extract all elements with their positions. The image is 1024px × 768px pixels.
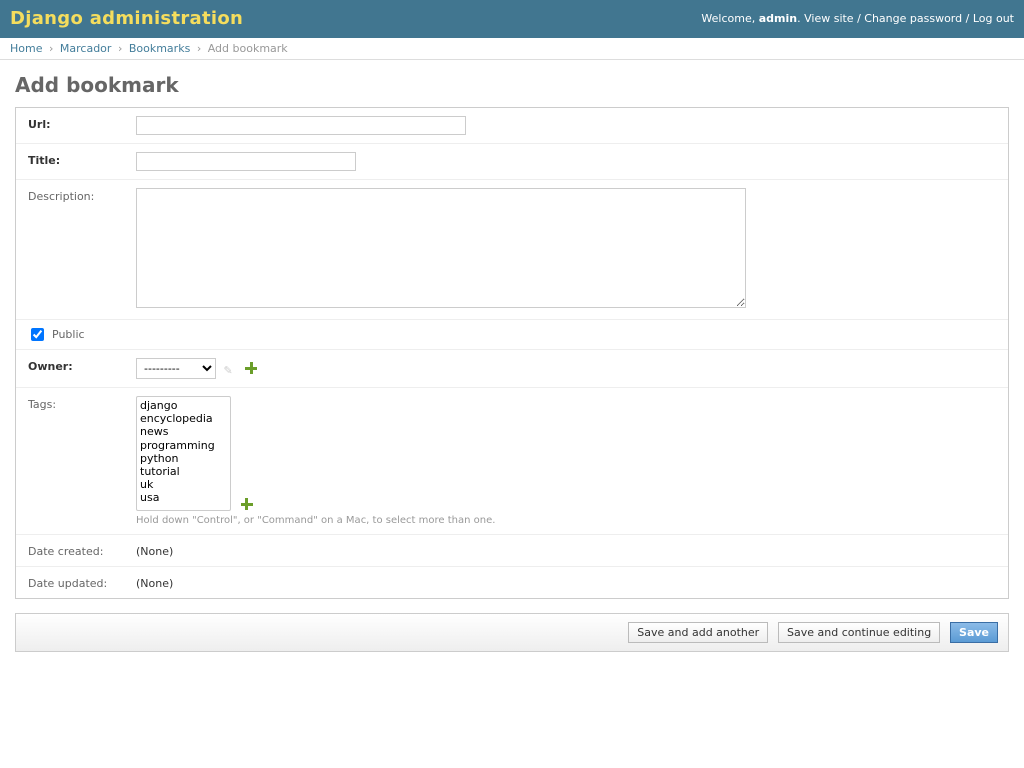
label-owner: Owner:	[28, 358, 136, 379]
date-updated-value: (None)	[136, 575, 996, 590]
label-date-updated: Date updated:	[28, 575, 136, 590]
tag-option[interactable]: python	[140, 452, 227, 465]
header-bar: Django administration Welcome, admin. Vi…	[0, 0, 1024, 38]
form-module: Url: Title: Description: Public Owner:	[15, 107, 1009, 599]
label-description: Description:	[28, 188, 136, 311]
save-button[interactable]	[950, 622, 998, 643]
change-password-link[interactable]: Change password	[864, 12, 962, 25]
label-tags: Tags:	[28, 396, 136, 526]
row-tags: Tags: djangoencyclopedianewsprogrammingp…	[16, 388, 1008, 535]
save-add-another-button[interactable]	[628, 622, 768, 643]
add-tag-icon[interactable]	[241, 498, 253, 510]
tag-option[interactable]: news	[140, 425, 227, 438]
tags-help: Hold down "Control", or "Command" on a M…	[136, 515, 996, 526]
tag-option[interactable]: usa	[140, 491, 227, 504]
tags-select[interactable]: djangoencyclopedianewsprogrammingpythont…	[136, 396, 231, 511]
tag-option[interactable]: uk	[140, 478, 227, 491]
label-url: Url:	[28, 116, 136, 135]
title-input[interactable]	[136, 152, 356, 171]
row-owner: Owner: --------- ✎	[16, 350, 1008, 388]
view-site-link[interactable]: View site	[804, 12, 853, 25]
url-input[interactable]	[136, 116, 466, 135]
row-date-created: Date created: (None)	[16, 535, 1008, 567]
row-description: Description:	[16, 180, 1008, 320]
username: admin	[759, 12, 797, 25]
owner-select[interactable]: ---------	[136, 358, 216, 379]
tag-option[interactable]: programming	[140, 439, 227, 452]
row-title: Title:	[16, 144, 1008, 180]
label-public: Public	[52, 328, 85, 341]
label-title: Title:	[28, 152, 136, 171]
date-created-value: (None)	[136, 543, 996, 558]
branding-title: Django administration	[10, 8, 243, 29]
add-owner-icon[interactable]	[245, 362, 257, 374]
label-date-created: Date created:	[28, 543, 136, 558]
page-title: Add bookmark	[15, 73, 1009, 97]
logout-link[interactable]: Log out	[973, 12, 1014, 25]
row-public: Public	[16, 320, 1008, 350]
user-tools: Welcome, admin. View site / Change passw…	[701, 12, 1014, 25]
breadcrumb-home[interactable]: Home	[10, 42, 42, 55]
save-continue-button[interactable]	[778, 622, 940, 643]
description-textarea[interactable]	[136, 188, 746, 308]
tag-option[interactable]: tutorial	[140, 465, 227, 478]
public-checkbox[interactable]	[31, 328, 44, 341]
pencil-icon: ✎	[224, 364, 236, 376]
breadcrumb-app[interactable]: Marcador	[60, 42, 112, 55]
welcome-prefix: Welcome,	[701, 12, 758, 25]
submit-row	[15, 613, 1009, 652]
row-date-updated: Date updated: (None)	[16, 567, 1008, 598]
tag-option[interactable]: encyclopedia	[140, 412, 227, 425]
row-url: Url:	[16, 108, 1008, 144]
breadcrumbs: Home › Marcador › Bookmarks › Add bookma…	[0, 38, 1024, 60]
tag-option[interactable]: django	[140, 399, 227, 412]
breadcrumb-model[interactable]: Bookmarks	[129, 42, 190, 55]
breadcrumb-current: Add bookmark	[208, 42, 288, 55]
